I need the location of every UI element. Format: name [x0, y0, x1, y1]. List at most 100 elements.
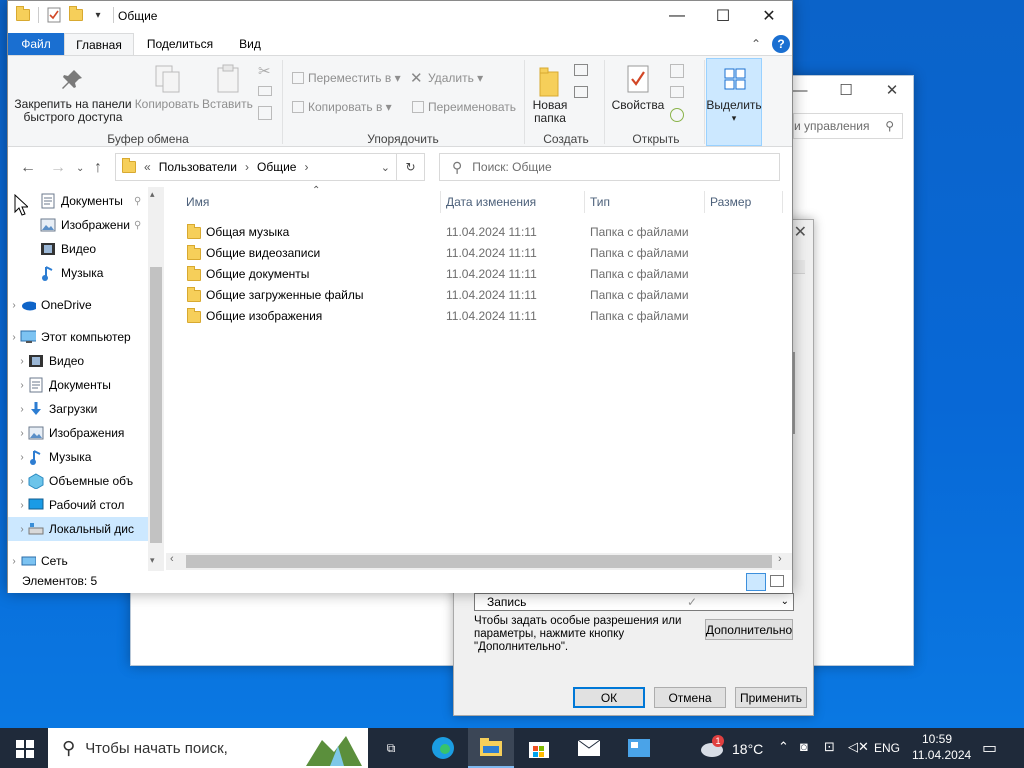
nav-pc-6[interactable]: › Рабочий стол	[8, 493, 148, 517]
edge-icon[interactable]	[420, 728, 466, 768]
nav-quick-3[interactable]: Музыка	[8, 261, 148, 285]
nav-this-pc[interactable]: › Этот компьютер	[8, 325, 148, 349]
chevron-right-icon[interactable]: ›	[16, 428, 28, 439]
copy-button[interactable]: Копировать	[134, 98, 200, 111]
weather-temperature[interactable]: 18°C	[732, 741, 763, 757]
tab-share[interactable]: Поделиться	[138, 33, 222, 55]
scroll-down-icon[interactable]: ▾	[150, 555, 155, 566]
scroll-right-icon[interactable]: ›	[778, 553, 782, 565]
table-row[interactable]: Общие загруженные файлы 11.04.2024 11:11 П…	[186, 284, 786, 305]
clock-time[interactable]: 10:59	[922, 732, 952, 746]
properties-button[interactable]: Свойства	[610, 99, 666, 112]
customize-qat-icon[interactable]: ▾	[91, 7, 105, 23]
copy-path-icon[interactable]	[258, 86, 272, 96]
tab-home[interactable]: Главная	[64, 33, 134, 55]
pin-button[interactable]: Закрепить на панели быстрого доступа	[14, 98, 132, 124]
nav-pc-5[interactable]: › Объемные объ	[8, 469, 148, 493]
recent-locations-icon[interactable]: ⌄	[76, 163, 84, 174]
clock-date[interactable]: 11.04.2024	[912, 748, 971, 762]
permission-row[interactable]: Запись ✓ ⌄	[474, 593, 794, 611]
horizontal-scrollbar[interactable]: ‹ ›	[166, 553, 792, 570]
rename-button[interactable]: Переименовать	[428, 101, 528, 114]
nav-network[interactable]: › Сеть	[8, 549, 148, 571]
store-icon[interactable]	[516, 728, 562, 768]
easy-access-icon[interactable]	[574, 86, 588, 98]
column-type[interactable]: Тип	[590, 195, 610, 209]
search-input[interactable]: ⚲ Поиск: Общие	[439, 153, 780, 181]
help-icon[interactable]: ?	[772, 35, 790, 53]
table-row[interactable]: Общие видеозаписи 11.04.2024 11:11 Папка с…	[186, 242, 786, 263]
address-bar[interactable]: « Пользователи › Общие › ⌄	[115, 153, 397, 181]
advanced-button[interactable]: Дополнительно	[705, 619, 793, 640]
table-row[interactable]: Общие изображения 11.04.2024 11:11 Папка с…	[186, 305, 786, 326]
breadcrumb-users[interactable]: Пользователи	[159, 160, 237, 174]
file-explorer-taskbar-icon[interactable]	[468, 728, 514, 768]
table-row[interactable]: Общие документы 11.04.2024 11:11 Папка с ф…	[186, 263, 786, 284]
notifications-icon[interactable]: ▭	[982, 738, 997, 758]
task-view-icon[interactable]: ⧉	[368, 728, 414, 768]
chevron-right-icon[interactable]: ›	[16, 356, 28, 367]
breadcrumb-separator-icon[interactable]: ›	[245, 160, 249, 174]
maximize-button[interactable]: ☐	[700, 1, 746, 31]
apply-button[interactable]: Применить	[735, 687, 807, 708]
breadcrumb-overflow[interactable]: «	[144, 160, 151, 174]
nav-quick-2[interactable]: Видео	[8, 237, 148, 261]
meet-now-icon[interactable]: ◙	[800, 739, 808, 754]
taskbar-search-input[interactable]: ⚲ Чтобы начать поиск,	[48, 728, 368, 768]
close-button[interactable]: ✕	[746, 1, 792, 31]
scroll-left-icon[interactable]: ‹	[170, 553, 174, 565]
address-history-icon[interactable]: ⌄	[381, 161, 390, 174]
control-panel-taskbar-icon[interactable]	[616, 728, 662, 768]
large-icons-view-icon[interactable]	[770, 575, 784, 587]
ribbon-collapse-icon[interactable]: ⌃	[746, 33, 766, 55]
properties-icon[interactable]	[47, 7, 61, 23]
title-bar[interactable]: ▾ Общие — ☐ ✕	[8, 1, 792, 33]
breadcrumb-public[interactable]: Общие	[257, 160, 296, 174]
new-folder-icon[interactable]	[69, 6, 83, 23]
horizontal-scroll-thumb[interactable]	[186, 555, 772, 568]
column-size[interactable]: Размер	[710, 195, 751, 209]
cp-search-input[interactable]: и управления ⚲	[793, 113, 903, 139]
nav-quick-0[interactable]: Документы ⚲	[8, 189, 148, 213]
network-icon[interactable]: ⊡	[824, 739, 835, 755]
copy-to-button[interactable]: Копировать в ▾	[308, 101, 408, 114]
scroll-up-icon[interactable]: ▴	[150, 189, 155, 200]
move-to-button[interactable]: Переместить в ▾	[308, 72, 408, 85]
refresh-button[interactable]: ↻	[397, 153, 425, 181]
ok-button[interactable]: ОК	[573, 687, 645, 708]
new-folder-button[interactable]: Новая папка	[528, 99, 572, 125]
chevron-down-icon[interactable]: ⌄	[781, 594, 789, 610]
windows-start-icon[interactable]	[16, 740, 34, 758]
minimize-button[interactable]: —	[654, 1, 700, 31]
open-icon[interactable]	[670, 64, 684, 78]
chevron-right-icon[interactable]: ›	[16, 524, 28, 535]
chevron-right-icon[interactable]: ›	[16, 404, 28, 415]
chevron-right-icon[interactable]: ›	[8, 556, 20, 567]
dialog-close-icon[interactable]: ✕	[794, 222, 807, 242]
nav-onedrive[interactable]: › OneDrive	[8, 293, 148, 317]
chevron-right-icon[interactable]: ›	[8, 300, 20, 311]
nav-pc-1[interactable]: › Документы	[8, 373, 148, 397]
nav-pc-0[interactable]: › Видео	[8, 349, 148, 373]
nav-pc-2[interactable]: › Загрузки	[8, 397, 148, 421]
edit-icon[interactable]	[670, 86, 684, 98]
paste-button[interactable]: Вставить	[202, 98, 253, 111]
up-button[interactable]: ↑	[94, 159, 102, 177]
mail-icon[interactable]	[566, 728, 612, 768]
table-row[interactable]: Общая музыка 11.04.2024 11:11 Папка с файл…	[186, 221, 786, 242]
chevron-right-icon[interactable]: ›	[16, 476, 28, 487]
nav-pc-4[interactable]: › Музыка	[8, 445, 148, 469]
tab-file[interactable]: Файл	[8, 33, 64, 55]
chevron-right-icon[interactable]: ›	[8, 332, 20, 343]
cp-close-button[interactable]: ✕	[869, 76, 915, 104]
cut-icon[interactable]: ✂	[258, 62, 271, 80]
tab-view[interactable]: Вид	[228, 33, 272, 55]
details-view-icon[interactable]	[746, 573, 766, 591]
chevron-right-icon[interactable]: ›	[16, 380, 28, 391]
forward-button[interactable]: →	[50, 159, 66, 177]
volume-muted-icon[interactable]: ◁✕	[848, 739, 869, 755]
chevron-right-icon[interactable]: ›	[16, 452, 28, 463]
paste-shortcut-icon[interactable]	[258, 106, 272, 120]
new-item-icon[interactable]	[574, 64, 588, 76]
cp-maximize-button[interactable]: ☐	[823, 76, 869, 104]
